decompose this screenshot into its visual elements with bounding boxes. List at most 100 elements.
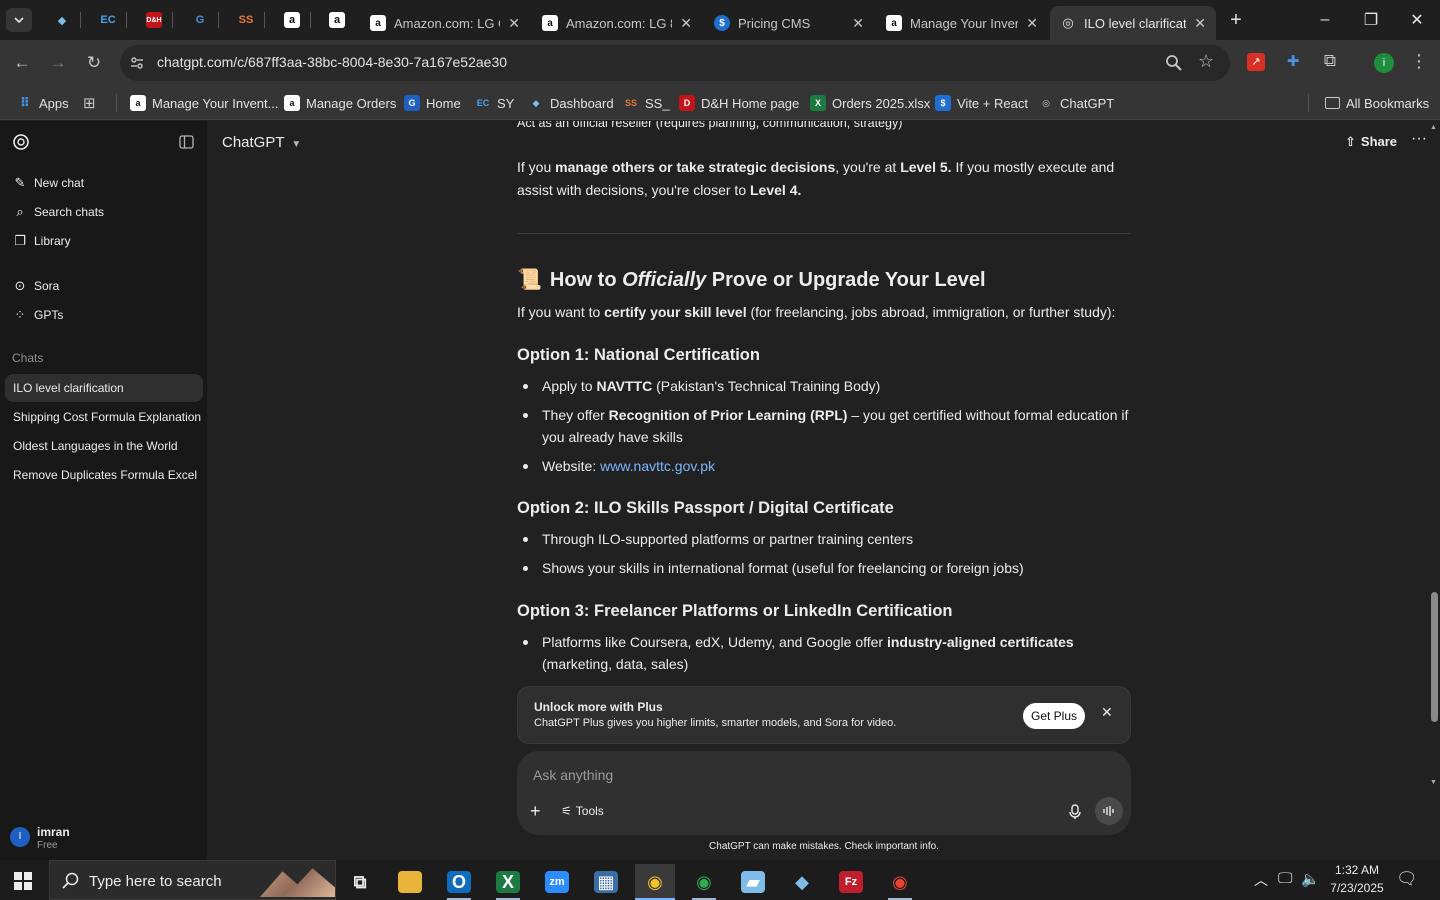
library-button[interactable]: ❐ Library — [12, 229, 71, 253]
bookmark-star-icon[interactable]: ☆ — [1198, 51, 1214, 72]
excel-icon[interactable]: X — [488, 864, 528, 900]
back-icon[interactable]: ← — [10, 51, 34, 75]
close-tab-icon[interactable]: ✕ — [852, 15, 864, 32]
bookmark-item[interactable]: ◎ ChatGPT — [1038, 92, 1114, 114]
taskbar-search-box[interactable]: Type here to search — [49, 860, 336, 900]
bookmark-label: ChatGPT — [1060, 95, 1115, 111]
chrome-glyph: ◉ — [647, 871, 663, 892]
browser-menu-icon[interactable]: ⋮ — [1410, 51, 1428, 73]
close-tab-icon[interactable]: ✕ — [1194, 15, 1206, 32]
browser-tab[interactable]: a Amazon.com: LG C ✕ — [360, 6, 530, 40]
clock-date[interactable]: 7/23/2025 — [1328, 881, 1386, 895]
file-explorer-icon[interactable]: ▬ — [390, 864, 430, 900]
extension-red-icon[interactable]: ↗ — [1247, 53, 1265, 71]
tab-pinned-6[interactable]: a — [280, 8, 304, 32]
window-close-button[interactable]: ✕ — [1394, 0, 1440, 40]
vscode-icon[interactable]: ◆ — [782, 864, 822, 900]
chat-history-item[interactable]: Shipping Cost Formula Explanation — [5, 403, 203, 431]
bookmark-item[interactable]: X Orders 2025.xlsx — [810, 92, 930, 114]
chrome-second-profile-icon[interactable]: ◉ — [880, 864, 920, 900]
show-hidden-icons-icon[interactable]: ︿ — [1254, 870, 1268, 890]
user-avatar: I — [10, 827, 30, 847]
extensions-puzzle-icon[interactable]: ⧉ — [1319, 51, 1341, 73]
zoom-icon[interactable] — [1165, 54, 1183, 72]
navttc-link[interactable]: www.navttc.gov.pk — [600, 458, 715, 474]
reload-icon[interactable]: ↻ — [82, 51, 106, 75]
browser-tab[interactable]: $ Pricing CMS ✕ — [704, 6, 874, 40]
page-scrollbar[interactable]: ▲ ▼ — [1428, 121, 1440, 860]
close-tab-icon[interactable]: ✕ — [1026, 15, 1038, 32]
bookmark-item[interactable]: G Home — [404, 92, 461, 114]
sora-button[interactable]: ⊙ Sora — [12, 274, 60, 298]
window-maximize-button[interactable]: ❐ — [1348, 0, 1394, 40]
scroll-down-arrow[interactable]: ▼ — [1430, 779, 1437, 786]
windows-start-icon[interactable] — [14, 872, 32, 890]
add-attachment-icon[interactable]: + — [530, 801, 541, 822]
zoom-app-icon[interactable]: zm — [537, 864, 577, 900]
bookmark-item[interactable]: a Manage Orders — [284, 92, 396, 114]
notepad-app-icon[interactable]: ▰ — [733, 864, 773, 900]
window-minimize-button[interactable]: – — [1302, 0, 1348, 40]
user-menu[interactable]: I imran Free — [10, 825, 200, 853]
site-settings-icon[interactable] — [129, 55, 145, 71]
openai-logo-icon[interactable] — [12, 133, 30, 151]
bookmark-apps[interactable]: ⠿ Apps — [17, 92, 69, 114]
scrollbar-thumb[interactable] — [1431, 592, 1438, 722]
forward-icon[interactable]: → — [46, 51, 70, 75]
close-sidebar-icon[interactable] — [179, 135, 194, 149]
browser-tab[interactable]: ◎ ILO level clarificatic ✕ — [1050, 6, 1216, 40]
tab-pinned-5[interactable]: SS — [234, 8, 258, 32]
chat-history-item[interactable]: Oldest Languages in the World — [5, 432, 203, 460]
close-icon[interactable]: ✕ — [1101, 704, 1113, 721]
tab-pinned-2[interactable]: EC — [96, 8, 120, 32]
tools-button[interactable]: ⚟ Tools — [561, 804, 604, 818]
filezilla-icon[interactable]: Fz — [831, 864, 871, 900]
share-button[interactable]: ⇧ Share — [1345, 134, 1397, 150]
tab-pinned-1[interactable]: ◆ — [50, 8, 74, 32]
new-chat-button[interactable]: ✎ New chat — [12, 171, 84, 195]
tab-pinned-4[interactable]: G — [188, 8, 212, 32]
prompt-input[interactable]: Ask anything — [533, 767, 1053, 783]
extension-blue-icon[interactable]: ✚ — [1284, 53, 1302, 71]
bookmark-item[interactable]: a Manage Your Invent... — [130, 92, 278, 114]
more-options-icon[interactable]: ··· — [1411, 130, 1427, 148]
profile-avatar[interactable]: i — [1374, 53, 1394, 73]
browser-tab[interactable]: a Amazon.com: LG 8 ✕ — [532, 6, 702, 40]
close-tab-icon[interactable]: ✕ — [508, 15, 520, 32]
outlook-icon[interactable]: O — [439, 864, 479, 900]
close-tab-icon[interactable]: ✕ — [680, 15, 692, 32]
list-item: Shows your skills in international forma… — [542, 560, 1024, 576]
bookmark-item[interactable]: ◆ Dashboard — [528, 92, 614, 114]
model-selector[interactable]: ChatGPT ▼ — [222, 134, 301, 151]
chrome-icon[interactable]: ◉ — [635, 864, 675, 900]
search-highlight-image — [260, 868, 335, 897]
bookmarks-grid-icon[interactable]: ⊞ — [83, 92, 96, 114]
chrome-profile-icon[interactable]: ◉ — [684, 864, 724, 900]
bookmark-item[interactable]: $ Vite + React — [935, 92, 1028, 114]
browser-tab[interactable]: a Manage Your Inver ✕ — [876, 6, 1048, 40]
volume-icon[interactable]: 🔈 — [1301, 870, 1320, 888]
bookmark-item[interactable]: EC SY — [475, 92, 514, 114]
chat-history-item[interactable]: Remove Duplicates Formula Excel — [5, 461, 203, 489]
gpts-button[interactable]: ⁘ GPTs — [12, 303, 64, 327]
calculator-icon[interactable]: ▦ — [586, 864, 626, 900]
tab-pinned-3[interactable]: D&H — [142, 8, 166, 32]
action-center-icon[interactable]: 🗨 — [1396, 869, 1418, 889]
bookmark-item[interactable]: SS SS_ — [623, 92, 670, 114]
bookmark-item[interactable]: D D&H Home page — [679, 92, 799, 114]
get-plus-button[interactable]: Get Plus — [1023, 703, 1085, 729]
all-bookmarks-button[interactable]: All Bookmarks — [1325, 92, 1429, 114]
task-view-icon[interactable]: ⧉ — [340, 864, 380, 900]
address-bar[interactable]: chatgpt.com/c/687ff3aa-38bc-8004-8e30-7a… — [120, 45, 1230, 81]
microphone-icon[interactable] — [1068, 804, 1082, 820]
network-icon[interactable]: 🖵 — [1278, 870, 1292, 887]
tab-pinned-7[interactable]: a — [325, 8, 349, 32]
new-tab-button[interactable]: + — [1226, 8, 1246, 32]
search-chats-button[interactable]: ⌕ Search chats — [12, 200, 104, 224]
chat-history-item[interactable]: ILO level clarification — [5, 374, 203, 402]
voice-mode-button[interactable] — [1095, 797, 1123, 825]
clock-time[interactable]: 1:32 AM — [1333, 863, 1381, 877]
scroll-up-arrow[interactable]: ▲ — [1430, 124, 1437, 131]
tab-search-button[interactable] — [6, 8, 32, 32]
outlook-glyph: O — [447, 871, 471, 893]
